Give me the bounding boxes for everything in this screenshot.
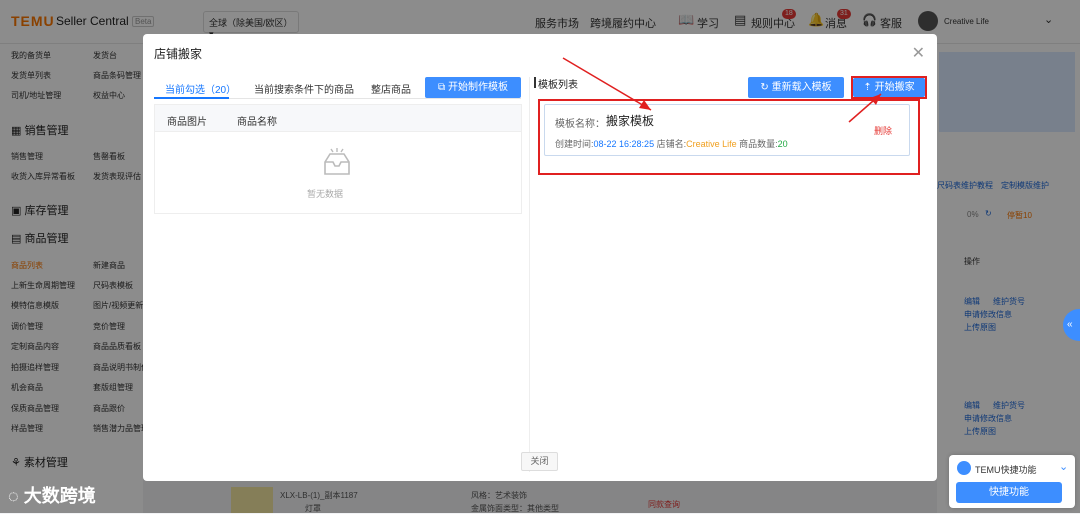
annotation-box-start [851, 76, 927, 99]
empty-state-text: 暂无数据 [307, 189, 344, 199]
template-icon: ⧉ [438, 82, 446, 93]
dialog-title: 店铺搬家 [154, 47, 203, 61]
quick-panel-title: TEMU快捷功能 [975, 465, 1037, 475]
watermark: ◌ 大数跨境 [8, 486, 96, 506]
dialog-close-button[interactable]: 关闭 [521, 452, 558, 471]
quick-function-panel: TEMU快捷功能 ⌄ 快捷功能 [949, 455, 1075, 508]
refresh-icon: ↻ [760, 82, 769, 93]
product-table: 商品图片 商品名称 暂无数据 [154, 104, 522, 214]
tab-whole-store[interactable]: 整店商品 [371, 81, 411, 96]
tab-search-results[interactable]: 当前搜索条件下的商品 [254, 81, 354, 96]
column-header-image: 商品图片 [167, 117, 207, 128]
temu-quick-icon [957, 461, 971, 475]
annotation-box-template [538, 99, 920, 175]
watermark-logo-icon: ◌ [8, 486, 19, 506]
collapse-icon[interactable]: ⌄ [1059, 460, 1068, 473]
active-tab-indicator [154, 97, 229, 99]
close-icon[interactable]: ✕ [912, 43, 925, 63]
make-template-button[interactable]: ⧉ 开始制作模板 [425, 77, 521, 98]
empty-box-icon [324, 148, 350, 175]
template-list-label: 模板列表 [534, 76, 578, 91]
tab-current-selection[interactable]: 当前勾选（20） [165, 81, 236, 96]
panel-divider [529, 77, 530, 472]
column-header-name: 商品名称 [237, 117, 277, 128]
reload-template-button[interactable]: ↻ 重新载入模板 [748, 77, 844, 98]
quick-function-button[interactable]: 快捷功能 [956, 482, 1062, 503]
table-header: 商品图片 商品名称 [155, 105, 521, 132]
store-move-dialog: 店铺搬家 ✕ 当前勾选（20） 当前搜索条件下的商品 整店商品 ⧉ 开始制作模板… [143, 34, 937, 481]
